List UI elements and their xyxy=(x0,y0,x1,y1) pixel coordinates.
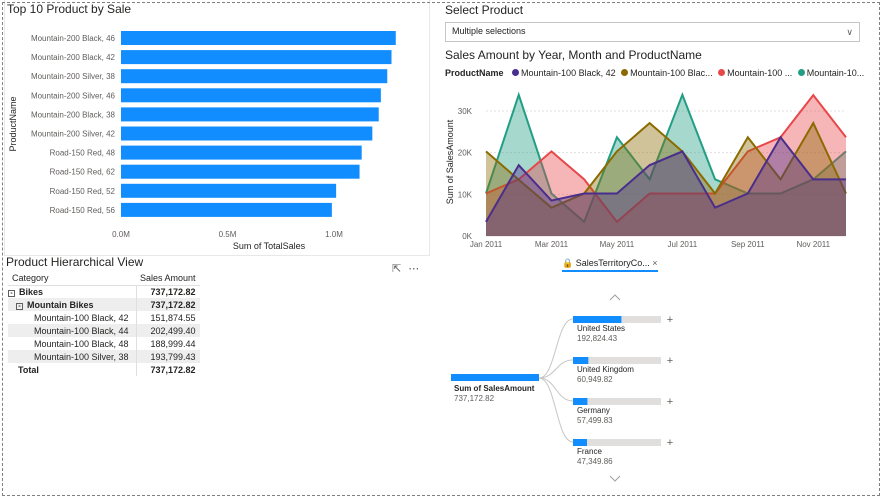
decomp-node-bar xyxy=(573,398,588,405)
decomp-root-label: Sum of SalesAmount xyxy=(454,384,535,393)
expand-plus-icon: + xyxy=(667,355,673,367)
decomp-node-value: 47,349.86 xyxy=(577,457,613,466)
decomp-node-label: France xyxy=(577,447,602,456)
scroll-down-icon xyxy=(609,475,621,482)
decomp-connector xyxy=(538,377,574,402)
decomp-node-bar xyxy=(573,357,589,364)
decomp-node-label: United Kingdom xyxy=(577,365,634,374)
decomp-root-bar xyxy=(451,374,539,381)
decomp-node-label: United States xyxy=(577,324,625,333)
decomp-node-bar xyxy=(573,439,587,446)
decomp-node-bar xyxy=(573,316,622,323)
decomp-connector xyxy=(538,377,574,443)
expand-plus-icon: + xyxy=(667,396,673,408)
decomp-node-value: 192,824.43 xyxy=(577,334,618,343)
decomposition-tree-svg[interactable]: Sum of SalesAmount737,172.82 United State… xyxy=(0,0,882,498)
decomp-node-value: 60,949.82 xyxy=(577,375,613,384)
decomp-node-label: Germany xyxy=(577,406,610,415)
expand-plus-icon: + xyxy=(667,437,673,449)
scroll-up-icon xyxy=(609,294,621,301)
report-canvas: Top 10 Product by Sale Mountain-200 Blac… xyxy=(0,0,882,498)
decomp-root-value: 737,172.82 xyxy=(454,394,495,403)
expand-plus-icon: + xyxy=(667,314,673,326)
decomp-node-value: 57,499.83 xyxy=(577,416,613,425)
